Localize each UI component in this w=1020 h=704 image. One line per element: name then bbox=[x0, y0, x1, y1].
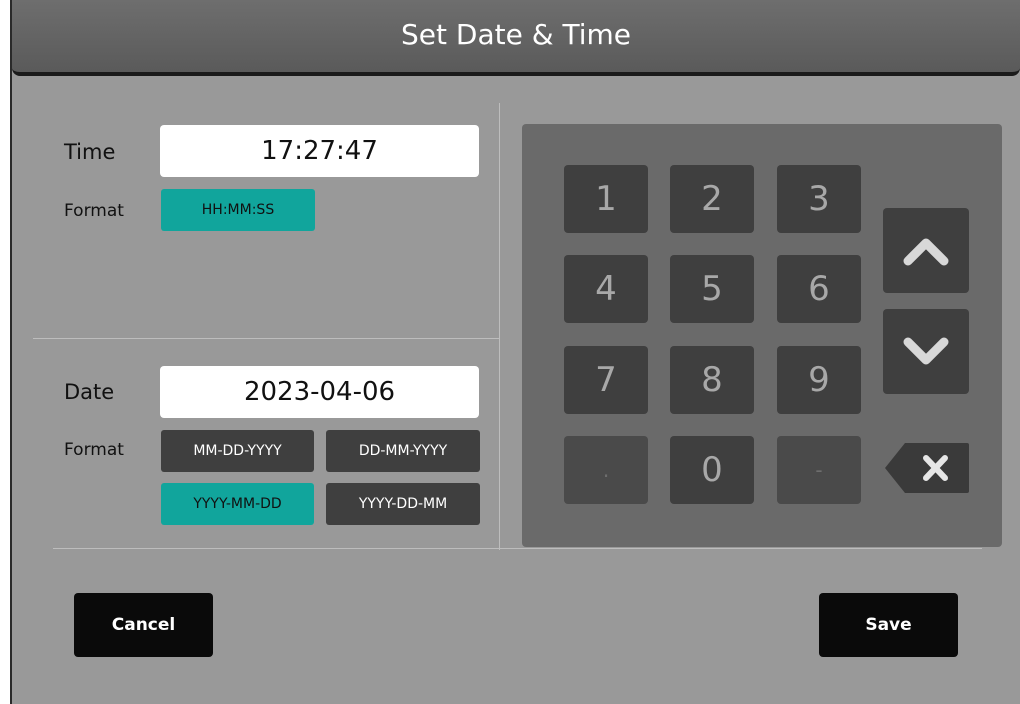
key-2[interactable]: 2 bbox=[670, 165, 754, 233]
date-label: Date bbox=[64, 380, 115, 404]
backspace-button[interactable] bbox=[883, 440, 971, 496]
key-minus[interactable]: - bbox=[777, 436, 861, 504]
time-input[interactable]: 17:27:47 bbox=[160, 125, 479, 177]
time-format-label: Format bbox=[64, 201, 124, 221]
numeric-keypad: 1 2 3 4 5 6 7 8 9 . 0 - bbox=[522, 124, 1002, 547]
time-label: Time bbox=[64, 140, 116, 164]
date-format-yyyy-mm-dd[interactable]: YYYY-MM-DD bbox=[161, 483, 314, 525]
key-6[interactable]: 6 bbox=[777, 255, 861, 323]
key-4[interactable]: 4 bbox=[564, 255, 648, 323]
date-input[interactable]: 2023-04-06 bbox=[160, 366, 479, 418]
increment-button[interactable] bbox=[883, 208, 969, 293]
key-8[interactable]: 8 bbox=[670, 346, 754, 414]
date-format-dd-mm-yyyy[interactable]: DD-MM-YYYY bbox=[326, 430, 480, 472]
key-9[interactable]: 9 bbox=[777, 346, 861, 414]
decrement-button[interactable] bbox=[883, 309, 969, 394]
backspace-icon bbox=[885, 443, 969, 493]
key-0[interactable]: 0 bbox=[670, 436, 754, 504]
date-format-label: Format bbox=[64, 440, 124, 460]
footer-divider bbox=[53, 548, 982, 549]
key-3[interactable]: 3 bbox=[777, 165, 861, 233]
key-7[interactable]: 7 bbox=[564, 346, 648, 414]
save-button[interactable]: Save bbox=[819, 593, 958, 657]
key-1[interactable]: 1 bbox=[564, 165, 648, 233]
date-format-yyyy-dd-mm[interactable]: YYYY-DD-MM bbox=[326, 483, 480, 525]
chevron-up-icon bbox=[903, 238, 949, 265]
chevron-down-icon bbox=[903, 337, 949, 364]
section-divider bbox=[33, 338, 500, 339]
key-5[interactable]: 5 bbox=[670, 255, 754, 323]
dialog-title: Set Date & Time bbox=[401, 18, 631, 51]
time-format-hhmmss[interactable]: HH:MM:SS bbox=[161, 189, 315, 231]
title-bar: Set Date & Time bbox=[12, 0, 1020, 76]
key-decimal[interactable]: . bbox=[564, 436, 648, 504]
column-divider bbox=[499, 103, 500, 550]
date-format-mm-dd-yyyy[interactable]: MM-DD-YYYY bbox=[161, 430, 314, 472]
cancel-button[interactable]: Cancel bbox=[74, 593, 213, 657]
date-time-dialog: Set Date & Time Time 17:27:47 Format HH:… bbox=[10, 0, 1020, 704]
